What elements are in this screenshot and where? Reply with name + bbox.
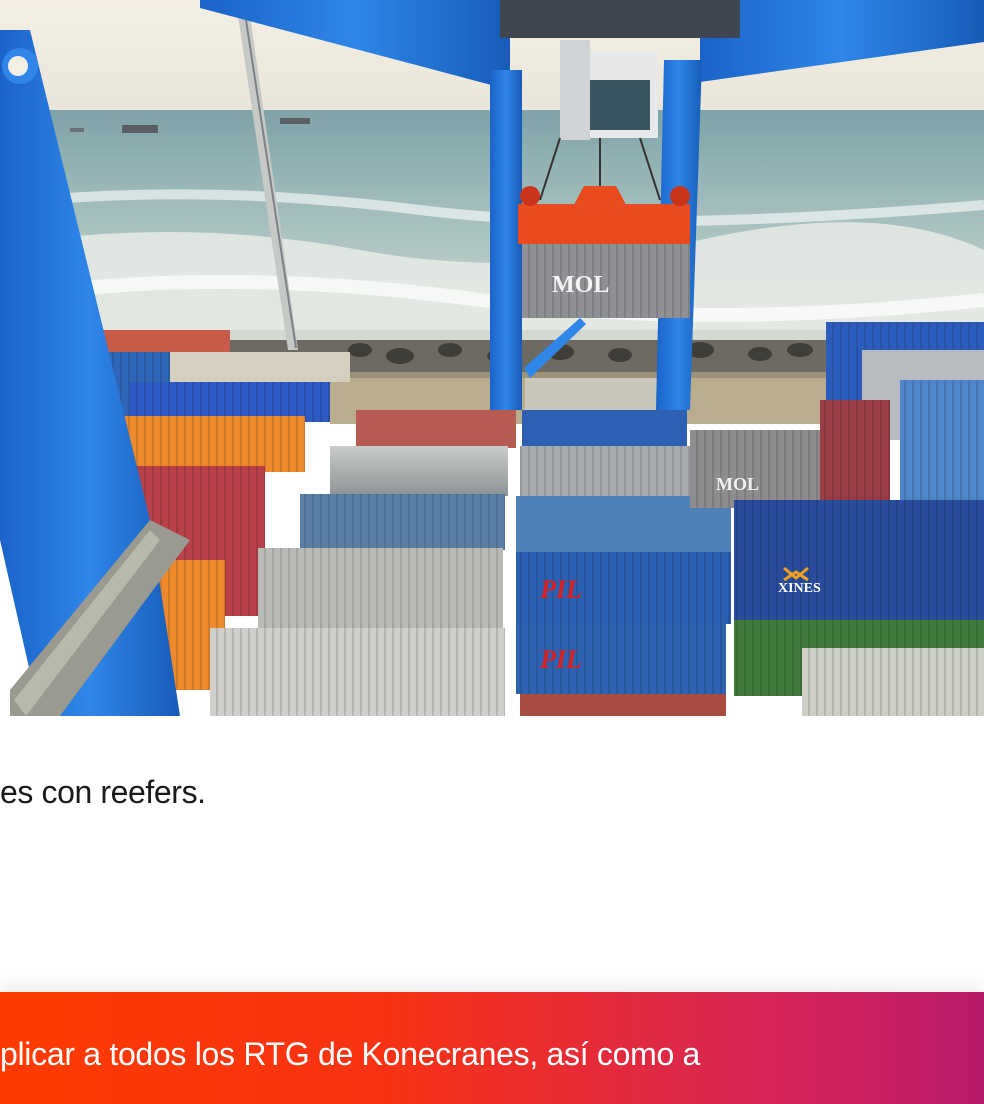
container-stack-center: PIL PIL [516,378,731,716]
photo-caption: es con reefers. [0,774,206,810]
xines-logo: XINES [778,581,821,596]
mol-logo-hanging: MOL [552,272,609,298]
page: PIL PIL MOL XINES MOL es con reefers. pl… [0,0,984,1104]
highlight-banner: plicar a todos los RTG de Konecranes, as… [0,992,984,1104]
banner-text: plicar a todos los RTG de Konecranes, as… [0,1036,701,1072]
container-terminal-illustration: PIL PIL MOL XINES MOL [0,0,984,716]
hero-photo: PIL PIL MOL XINES MOL [0,0,984,716]
pil-logo-upper: PIL [539,575,582,604]
pil-logo-lower: PIL [539,645,582,674]
mol-logo-right: MOL [716,474,759,494]
